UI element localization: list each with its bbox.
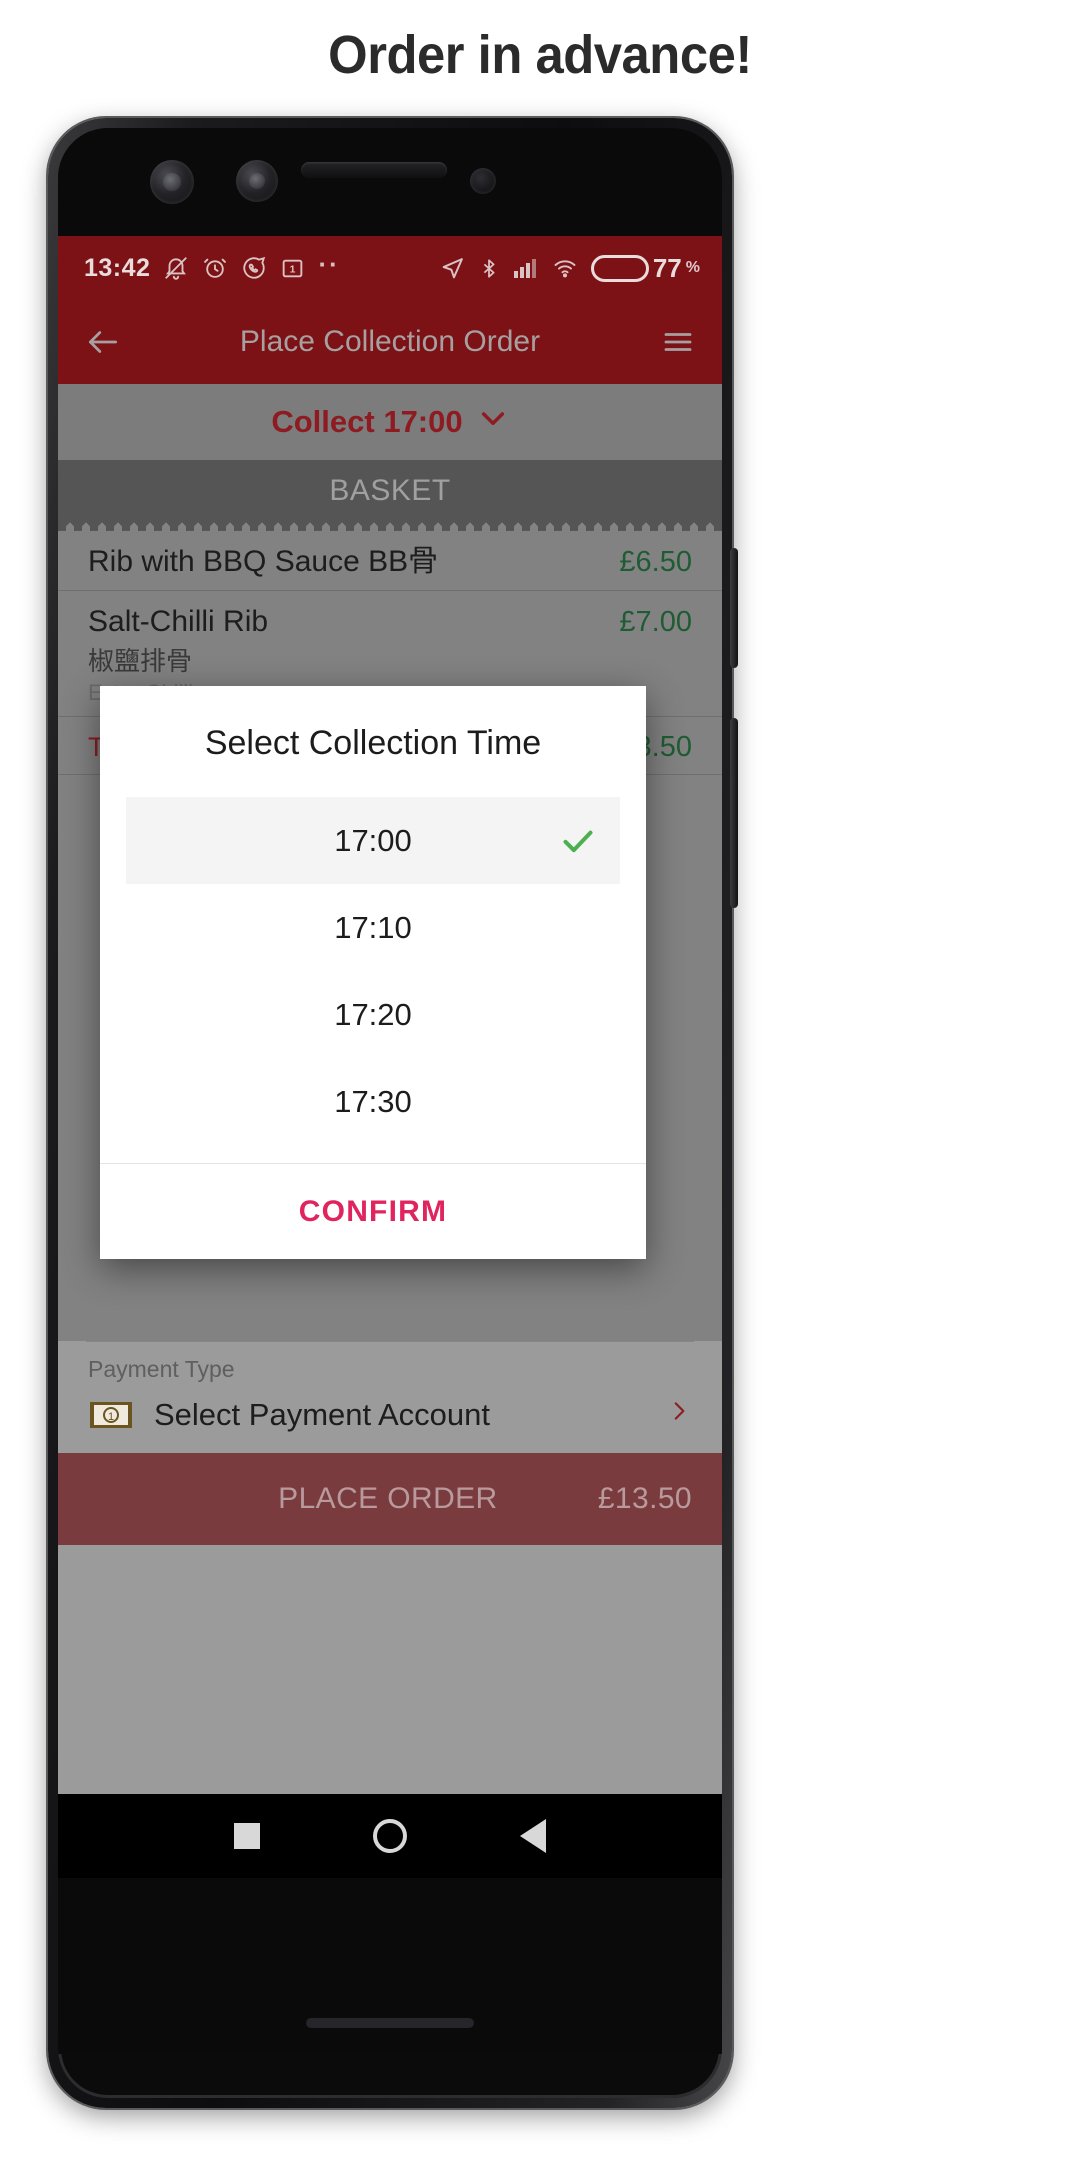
place-order-button[interactable]: PLACE ORDER £13.50	[58, 1453, 722, 1545]
basket-header: BASKET	[58, 460, 722, 531]
collection-time-dialog: Select Collection Time 17:00 17:10 17:20…	[100, 686, 646, 1259]
app-bar: Place Collection Order	[58, 300, 722, 384]
status-bar: 13:42 1 ·· 77 %	[58, 236, 722, 300]
bluetooth-icon	[478, 256, 500, 281]
collect-time-label: Collect 17:00	[271, 404, 463, 439]
android-nav-bar	[58, 1794, 722, 1878]
time-option-1700[interactable]: 17:00	[126, 797, 620, 884]
location-arrow-icon	[440, 256, 465, 281]
battery-icon	[590, 254, 649, 282]
collect-time-selector[interactable]: Collect 17:00	[58, 384, 722, 460]
basket-item-name: Rib with BBQ Sauce BB骨	[88, 545, 439, 578]
time-option-label: 17:20	[334, 996, 412, 1032]
time-option-label: 17:30	[334, 1083, 412, 1119]
basket-item-name: Salt-Chilli Rib	[88, 605, 269, 638]
svg-text:1: 1	[108, 1411, 114, 1423]
place-order-label: PLACE ORDER	[278, 1482, 498, 1515]
basket-header-label: BASKET	[329, 474, 451, 507]
secondary-camera-icon	[236, 160, 278, 202]
status-clock: 13:42	[84, 253, 151, 282]
hamburger-menu-icon[interactable]	[660, 324, 696, 360]
basket-item-row[interactable]: Rib with BBQ Sauce BB骨 £6.50	[58, 522, 722, 591]
whatsapp-icon	[241, 255, 267, 281]
phone-volume-button	[730, 548, 738, 668]
time-option-label: 17:00	[334, 822, 412, 858]
front-camera-icon	[150, 160, 194, 204]
signal-bars-icon	[513, 256, 539, 280]
dialog-footer: CONFIRM	[100, 1163, 646, 1259]
time-option-1720[interactable]: 17:20	[126, 971, 620, 1058]
phone-mockup: 13:42 1 ·· 77 % Place Collection Order C…	[48, 118, 738, 2108]
chevron-down-icon	[477, 402, 509, 442]
poster-page: Order in advance! 13:42 1 ·· 77 % Place …	[0, 0, 1080, 2160]
phone-chin-accent	[306, 2018, 474, 2028]
chevron-right-icon	[666, 1395, 692, 1435]
time-option-1730[interactable]: 17:30	[126, 1058, 620, 1145]
calendar-icon: 1	[280, 256, 305, 281]
app-bar-title: Place Collection Order	[239, 325, 541, 358]
more-dots-icon: ··	[318, 249, 340, 279]
circle-home-icon[interactable]	[372, 1819, 407, 1853]
battery-indicator: 77 %	[590, 252, 700, 284]
banknote-icon: 1	[88, 1399, 134, 1431]
phone-bottom-bezel	[58, 1878, 722, 2054]
place-order-total: £13.50	[597, 1482, 692, 1515]
basket-item-subtitle: 椒鹽排骨	[88, 646, 193, 676]
phone-power-button	[730, 718, 738, 908]
time-option-label: 17:10	[334, 909, 412, 945]
square-recents-icon[interactable]	[234, 1823, 261, 1849]
back-arrow-icon[interactable]	[84, 323, 122, 361]
check-icon	[558, 821, 598, 861]
payment-section: Payment Type 1 Select Payment Account	[58, 1341, 722, 1453]
collection-time-options: 17:00 17:10 17:20 17:30	[100, 797, 646, 1145]
phone-top-bezel	[58, 128, 722, 236]
basket-item-price: £6.50	[619, 546, 692, 578]
earpiece-speaker	[301, 162, 447, 178]
status-bar-left: 13:42 1 ··	[84, 249, 340, 283]
status-bar-right: 77 %	[440, 253, 700, 284]
select-payment-account-row[interactable]: 1 Select Payment Account	[84, 1389, 696, 1453]
dialog-title: Select Collection Time	[204, 724, 542, 762]
svg-text:1: 1	[290, 264, 296, 275]
battery-level: 77	[652, 252, 682, 283]
bell-muted-icon	[163, 255, 189, 281]
alarm-clock-icon	[202, 255, 228, 281]
payment-type-label: Payment Type	[88, 1356, 235, 1382]
phone-screen-frame: 13:42 1 ·· 77 % Place Collection Order C…	[58, 128, 722, 2098]
confirm-button[interactable]: CONFIRM	[299, 1195, 447, 1229]
time-option-1710[interactable]: 17:10	[126, 884, 620, 971]
page-title: Order in advance!	[328, 25, 752, 85]
wifi-icon	[552, 256, 578, 280]
receipt-sawtooth-edge	[58, 521, 722, 531]
app-screen: 13:42 1 ·· 77 % Place Collection Order C…	[58, 236, 722, 1794]
basket-item-price: £7.00	[619, 606, 692, 638]
triangle-back-icon[interactable]	[519, 1819, 546, 1853]
proximity-sensor-icon	[470, 168, 496, 194]
battery-percent-symbol: %	[685, 259, 700, 276]
payment-account-text: Select Payment Account	[154, 1397, 491, 1432]
